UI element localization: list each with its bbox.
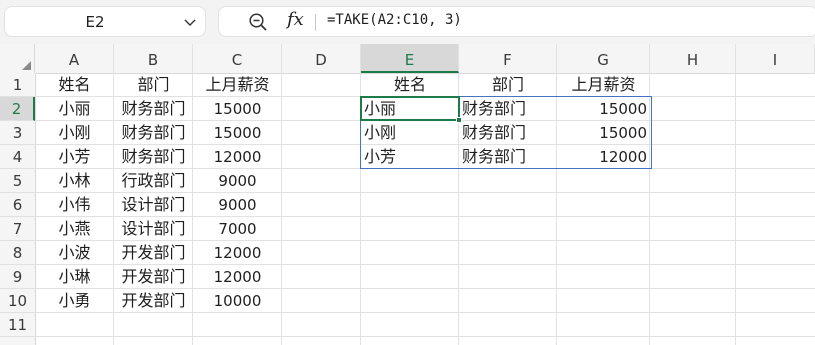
table-cell[interactable]: 9000	[193, 169, 282, 193]
row-header-3[interactable]: 3	[0, 121, 35, 145]
table-cell[interactable]: 小波	[35, 241, 114, 265]
gridline-vertical	[735, 73, 736, 345]
table-cell[interactable]: 9000	[193, 193, 282, 217]
fill-handle[interactable]	[456, 117, 462, 123]
table-cell[interactable]: 10000	[193, 289, 282, 313]
header-cell[interactable]: 姓名	[35, 73, 114, 97]
table-cell[interactable]: 小林	[35, 169, 114, 193]
row-header-10[interactable]: 10	[0, 289, 35, 313]
result-cell[interactable]: 12000	[557, 145, 650, 169]
header-cell[interactable]: 上月薪资	[193, 73, 282, 97]
formula-input-box[interactable]: fx =TAKE(A2:C10, 3)	[218, 6, 815, 37]
table-cell[interactable]: 小勇	[35, 289, 114, 313]
result-header-cell[interactable]: 上月薪资	[557, 73, 650, 97]
table-cell[interactable]: 小丽	[35, 97, 114, 121]
table-cell[interactable]: 12000	[193, 145, 282, 169]
column-header-b[interactable]: B	[114, 44, 193, 73]
result-cell[interactable]: 财务部门	[459, 121, 557, 145]
formula-bar: E2 fx =TAKE(A2:C10, 3)	[0, 0, 815, 44]
column-header-a[interactable]: A	[35, 44, 114, 73]
spreadsheet-grid[interactable]: 姓名 部门 上月薪资 小丽 财务部门 15000 小刚 财务部门 15000 小芳 财务部门 1200…	[0, 44, 815, 345]
row-header-5[interactable]: 5	[0, 169, 35, 193]
table-cell[interactable]: 小芳	[35, 145, 114, 169]
chevron-down-icon[interactable]	[183, 14, 197, 33]
result-cell[interactable]: 小芳	[361, 145, 459, 169]
table-cell[interactable]: 开发部门	[114, 265, 193, 289]
result-cell[interactable]: 财务部门	[459, 145, 557, 169]
column-header-e[interactable]: E	[361, 44, 459, 73]
column-header-i[interactable]: I	[736, 44, 815, 73]
result-cell[interactable]: 财务部门	[459, 97, 557, 121]
table-cell[interactable]: 财务部门	[114, 97, 193, 121]
name-box[interactable]: E2	[4, 6, 206, 37]
table-cell[interactable]: 财务部门	[114, 121, 193, 145]
header-cell[interactable]: 部门	[114, 73, 193, 97]
table-cell[interactable]: 财务部门	[114, 145, 193, 169]
row-header-8[interactable]: 8	[0, 241, 35, 265]
column-header-f[interactable]: F	[459, 44, 557, 73]
row-header-2[interactable]: 2	[0, 97, 35, 121]
table-cell[interactable]: 15000	[193, 97, 282, 121]
column-header-h[interactable]: H	[650, 44, 736, 73]
table-cell[interactable]: 7000	[193, 217, 282, 241]
table-cell[interactable]: 行政部门	[114, 169, 193, 193]
zoom-icon[interactable]	[248, 12, 268, 32]
table-cell[interactable]: 开发部门	[114, 289, 193, 313]
table-cell[interactable]: 12000	[193, 265, 282, 289]
row-header-11[interactable]: 11	[0, 313, 35, 337]
result-cell[interactable]: 15000	[557, 97, 650, 121]
table-cell[interactable]: 小伟	[35, 193, 114, 217]
table-cell[interactable]: 小刚	[35, 121, 114, 145]
formula-text[interactable]: =TAKE(A2:C10, 3)	[327, 12, 462, 28]
gridline-horizontal	[35, 336, 815, 337]
table-cell[interactable]: 设计部门	[114, 193, 193, 217]
formula-separator	[315, 14, 316, 31]
result-cell[interactable]: 小丽	[361, 97, 459, 121]
column-header-d[interactable]: D	[282, 44, 361, 73]
row-header-7[interactable]: 7	[0, 217, 35, 241]
row-header-1[interactable]: 1	[0, 73, 35, 97]
fx-icon[interactable]: fx	[287, 9, 304, 30]
table-cell[interactable]: 12000	[193, 241, 282, 265]
table-cell[interactable]: 开发部门	[114, 241, 193, 265]
result-cell[interactable]: 15000	[557, 121, 650, 145]
select-all-corner[interactable]	[0, 44, 35, 73]
table-cell[interactable]: 小琳	[35, 265, 114, 289]
table-cell[interactable]: 设计部门	[114, 217, 193, 241]
column-header-g[interactable]: G	[557, 44, 650, 73]
result-cell[interactable]: 小刚	[361, 121, 459, 145]
column-header-c[interactable]: C	[193, 44, 282, 73]
name-box-value[interactable]: E2	[5, 13, 185, 31]
row-header-4[interactable]: 4	[0, 145, 35, 169]
row-header-6[interactable]: 6	[0, 193, 35, 217]
result-header-cell[interactable]: 部门	[459, 73, 557, 97]
result-header-cell[interactable]: 姓名	[361, 73, 459, 97]
table-cell[interactable]: 15000	[193, 121, 282, 145]
table-cell[interactable]: 小燕	[35, 217, 114, 241]
row-header-9[interactable]: 9	[0, 265, 35, 289]
